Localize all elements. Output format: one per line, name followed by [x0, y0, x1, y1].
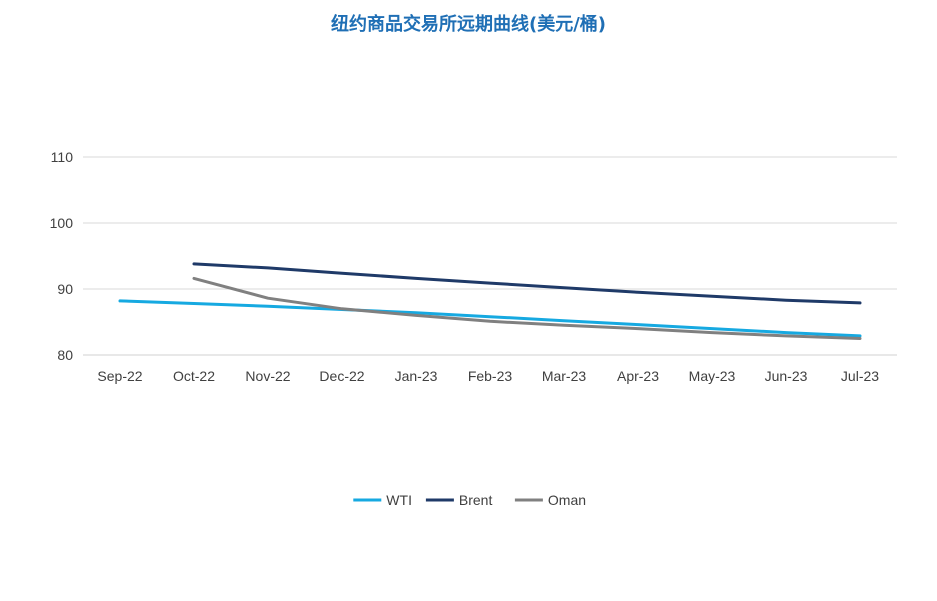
y-tick-label-90: 90: [57, 281, 73, 297]
x-tick-label-Jul-23: Jul-23: [841, 368, 879, 384]
x-tick-label-Sep-22: Sep-22: [97, 368, 142, 384]
x-tick-label-Jan-23: Jan-23: [395, 368, 438, 384]
y-tick-label-80: 80: [57, 347, 73, 363]
y-tick-label-110: 110: [51, 149, 74, 165]
y-tick-label-100: 100: [50, 215, 74, 231]
legend-label-oman: Oman: [548, 492, 586, 508]
x-tick-label-Jun-23: Jun-23: [765, 368, 808, 384]
legend-label-wti: WTI: [386, 492, 412, 508]
x-tick-label-Feb-23: Feb-23: [468, 368, 513, 384]
x-tick-label-Oct-22: Oct-22: [173, 368, 215, 384]
x-tick-label-May-23: May-23: [689, 368, 736, 384]
line-chart: 80 90 100 110 Sep-22 Oct-22 Nov-22 Dec-22 Jan-23…: [50, 149, 897, 508]
x-tick-label-Apr-23: Apr-23: [617, 368, 659, 384]
legend-label-brent: Brent: [459, 492, 493, 508]
x-tick-label-Dec-22: Dec-22: [319, 368, 364, 384]
series-line-wti: [118, 299, 862, 338]
series-line-brent: [192, 262, 862, 305]
x-tick-label-Mar-23: Mar-23: [542, 368, 587, 384]
x-tick-label-Nov-22: Nov-22: [245, 368, 290, 384]
